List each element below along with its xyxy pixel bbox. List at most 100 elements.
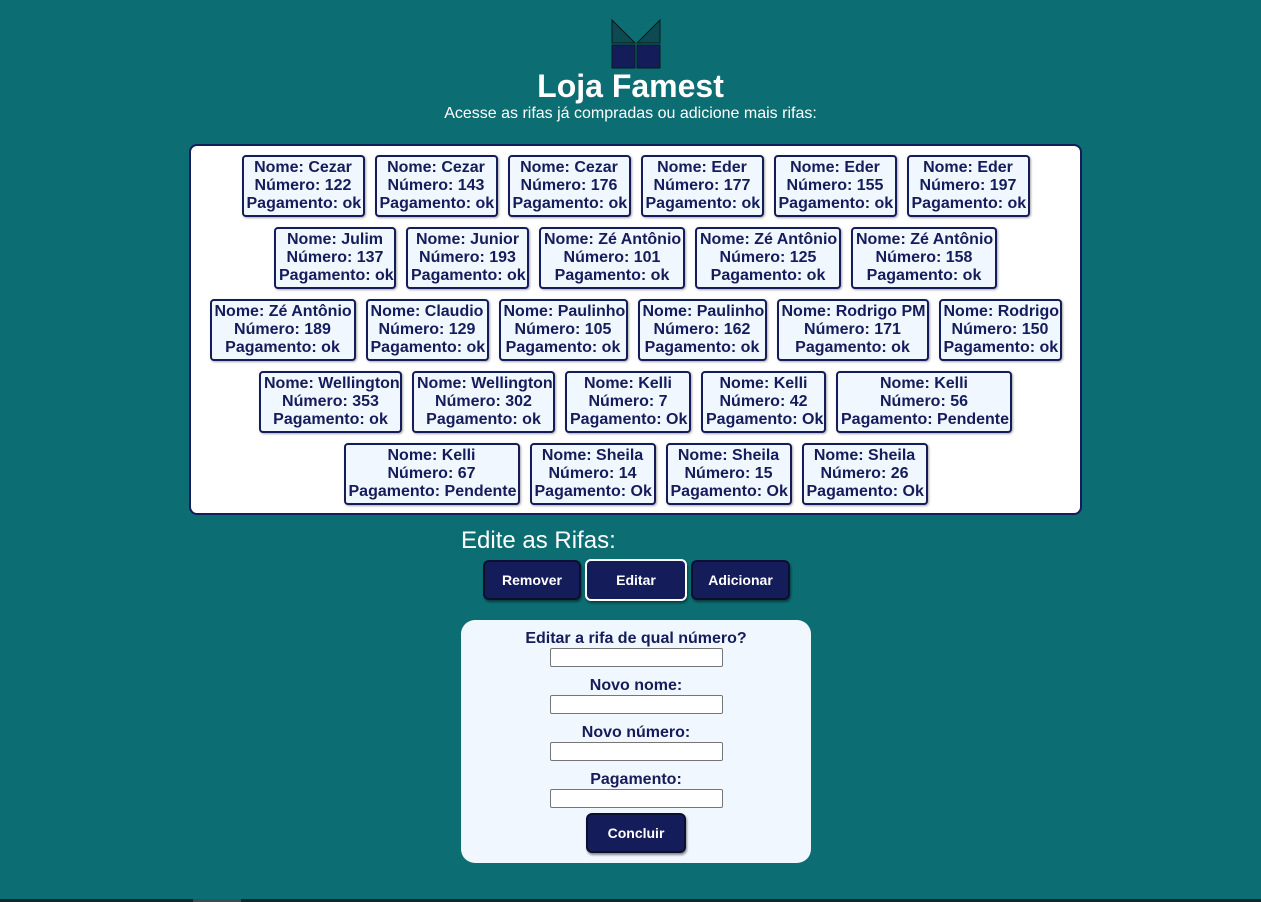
raffle-card: Nome: Kelli Número: 7 Pagamento: Ok <box>565 371 691 433</box>
raffle-name: Nome: Zé Antônio <box>700 231 838 248</box>
raffle-number: Número: 42 <box>719 393 808 410</box>
raffle-card: Nome: Zé Antônio Número: 125 Pagamento: ok <box>695 227 841 289</box>
edit-number-input[interactable] <box>550 648 723 667</box>
raffle-name: Nome: Sheila <box>677 447 780 464</box>
raffle-name: Nome: Eder <box>790 159 880 176</box>
raffle-card: Nome: Wellington Número: 302 Pagamento: ok <box>412 371 555 433</box>
raffle-number: Número: 197 <box>919 177 1017 194</box>
raffle-number: Número: 26 <box>820 465 909 482</box>
raffle-name: Nome: Wellington <box>264 375 400 392</box>
raffle-number: Número: 162 <box>653 321 751 338</box>
raffle-name: Nome: Wellington <box>417 375 553 392</box>
raffle-name: Nome: Paulinho <box>503 303 626 320</box>
box-logo-icon <box>611 19 661 69</box>
raffle-row: Nome: Kelli Número: 67 Pagamento: Pendente… <box>191 443 1080 505</box>
raffle-payment: Pagamento: ok <box>426 411 541 428</box>
raffle-number: Número: 125 <box>719 249 817 266</box>
raffle-payment: Pagamento: ok <box>379 195 495 212</box>
raffle-payment: Pagamento: ok <box>795 339 910 356</box>
raffle-name: Nome: Julim <box>286 231 383 248</box>
raffle-name: Nome: Sheila <box>813 447 916 464</box>
new-number-input[interactable] <box>550 742 723 761</box>
edit-number-label: Editar a rifa de qual número? <box>525 630 747 647</box>
raffle-payment: Pagamento: Ok <box>670 483 788 500</box>
raffle-name: Nome: Cezar <box>520 159 618 176</box>
payment-input[interactable] <box>550 789 723 808</box>
raffle-number: Número: 177 <box>653 177 751 194</box>
raffle-row: Nome: Cezar Número: 122 Pagamento: ok Nome… <box>191 155 1080 217</box>
new-name-input[interactable] <box>550 695 723 714</box>
raffle-card: Nome: Claudio Número: 129 Pagamento: ok <box>365 299 489 361</box>
raffle-card: Nome: Junior Número: 193 Pagamento: ok <box>406 227 529 289</box>
raffle-payment: Pagamento: ok <box>710 267 826 284</box>
raffle-card: Nome: Kelli Número: 42 Pagamento: Ok <box>701 371 826 433</box>
raffle-name: Nome: Eder <box>657 159 747 176</box>
raffle-number: Número: 155 <box>786 177 884 194</box>
payment-label: Pagamento: <box>590 771 682 788</box>
raffle-number: Número: 14 <box>548 465 637 482</box>
raffle-number: Número: 171 <box>804 321 901 338</box>
raffle-name: Nome: Cezar <box>387 159 485 176</box>
raffle-card: Nome: Rodrigo PM Número: 171 Pagamento: ok <box>776 299 929 361</box>
raffle-payment: Pagamento: ok <box>246 195 362 212</box>
raffle-payment: Pagamento: ok <box>411 267 526 284</box>
raffle-card: Nome: Rodrigo Número: 150 Pagamento: ok <box>938 299 1062 361</box>
raffle-payment: Pagamento: Ok <box>570 411 688 428</box>
raffle-number: Número: 56 <box>879 393 969 410</box>
raffle-number: Número: 189 <box>234 321 331 338</box>
raffle-name: Nome: Eder <box>923 159 1013 176</box>
edit-raffle-form: Editar a rifa de qual número? Novo nome:… <box>461 620 811 863</box>
raffle-card: Nome: Julim Número: 137 Pagamento: ok <box>274 227 396 289</box>
new-number-label: Novo número: <box>581 724 691 741</box>
raffle-payment: Pagamento: ok <box>554 267 670 284</box>
raffle-payment: Pagamento: ok <box>225 339 340 356</box>
raffle-card: Nome: Wellington Número: 353 Pagamento: ok <box>259 371 402 433</box>
raffle-card: Nome: Eder Número: 177 Pagamento: ok <box>640 155 764 217</box>
raffle-number: Número: 143 <box>387 177 485 194</box>
raffle-card: Nome: Sheila Número: 14 Pagamento: Ok <box>529 443 656 505</box>
raffle-row: Nome: Zé Antônio Número: 189 Pagamento: ok… <box>191 299 1080 361</box>
raffle-card: Nome: Zé Antônio Número: 101 Pagamento: ok <box>539 227 685 289</box>
remove-button[interactable]: Remover <box>483 560 581 600</box>
submit-button[interactable]: Concluir <box>586 813 686 853</box>
raffle-number: Número: 15 <box>684 465 773 482</box>
raffle-name: Nome: Sheila <box>541 447 644 464</box>
raffle-payment: Pagamento: ok <box>279 267 394 284</box>
raffle-number: Número: 193 <box>419 249 516 266</box>
raffle-payment: Pagamento: ok <box>866 267 982 284</box>
raffle-card: Nome: Eder Número: 197 Pagamento: ok <box>906 155 1030 217</box>
raffle-number: Número: 302 <box>435 393 532 410</box>
raffle-number: Número: 7 <box>588 393 668 410</box>
raffle-card: Nome: Kelli Número: 67 Pagamento: Pendente <box>343 443 520 505</box>
raffle-card: Nome: Zé Antônio Número: 189 Pagamento: ok <box>209 299 356 361</box>
raffle-number: Número: 158 <box>875 249 973 266</box>
edit-button[interactable]: Editar <box>585 559 687 601</box>
raffle-payment: Pagamento: ok <box>370 339 486 356</box>
raffle-name: Nome: Junior <box>415 231 520 248</box>
add-button[interactable]: Adicionar <box>691 560 790 600</box>
new-name-label: Novo nome: <box>589 677 683 694</box>
raffle-card: Nome: Eder Número: 155 Pagamento: ok <box>773 155 897 217</box>
raffle-payment: Pagamento: ok <box>645 195 761 212</box>
raffle-number: Número: 122 <box>254 177 352 194</box>
edit-section-title: Edite as Rifas: <box>461 527 616 554</box>
raffle-number: Número: 137 <box>286 249 384 266</box>
raffle-name: Nome: Rodrigo PM <box>781 303 926 320</box>
raffle-number: Número: 176 <box>520 177 618 194</box>
raffle-payment: Pagamento: ok <box>505 339 621 356</box>
raffle-card: Nome: Sheila Número: 26 Pagamento: Ok <box>801 443 928 505</box>
raffle-payment: Pagamento: Ok <box>534 483 652 500</box>
raffle-payment: Pagamento: Ok <box>706 411 824 428</box>
raffle-payment: Pagamento: Pendente <box>841 411 1010 428</box>
raffle-name: Nome: Rodrigo <box>943 303 1060 320</box>
raffle-name: Nome: Cezar <box>254 159 352 176</box>
raffle-payment: Pagamento: ok <box>911 195 1027 212</box>
page-subtitle: Acesse as rifas já compradas ou adicione… <box>444 105 817 122</box>
raffle-card: Nome: Paulinho Número: 162 Pagamento: ok <box>637 299 767 361</box>
raffle-name: Nome: Zé Antônio <box>856 231 994 248</box>
raffle-payment: Pagamento: ok <box>273 411 388 428</box>
raffle-card: Nome: Cezar Número: 176 Pagamento: ok <box>507 155 631 217</box>
raffle-payment: Pagamento: Pendente <box>348 483 517 500</box>
raffle-payment: Pagamento: Ok <box>806 483 924 500</box>
raffle-number: Número: 101 <box>563 249 661 266</box>
